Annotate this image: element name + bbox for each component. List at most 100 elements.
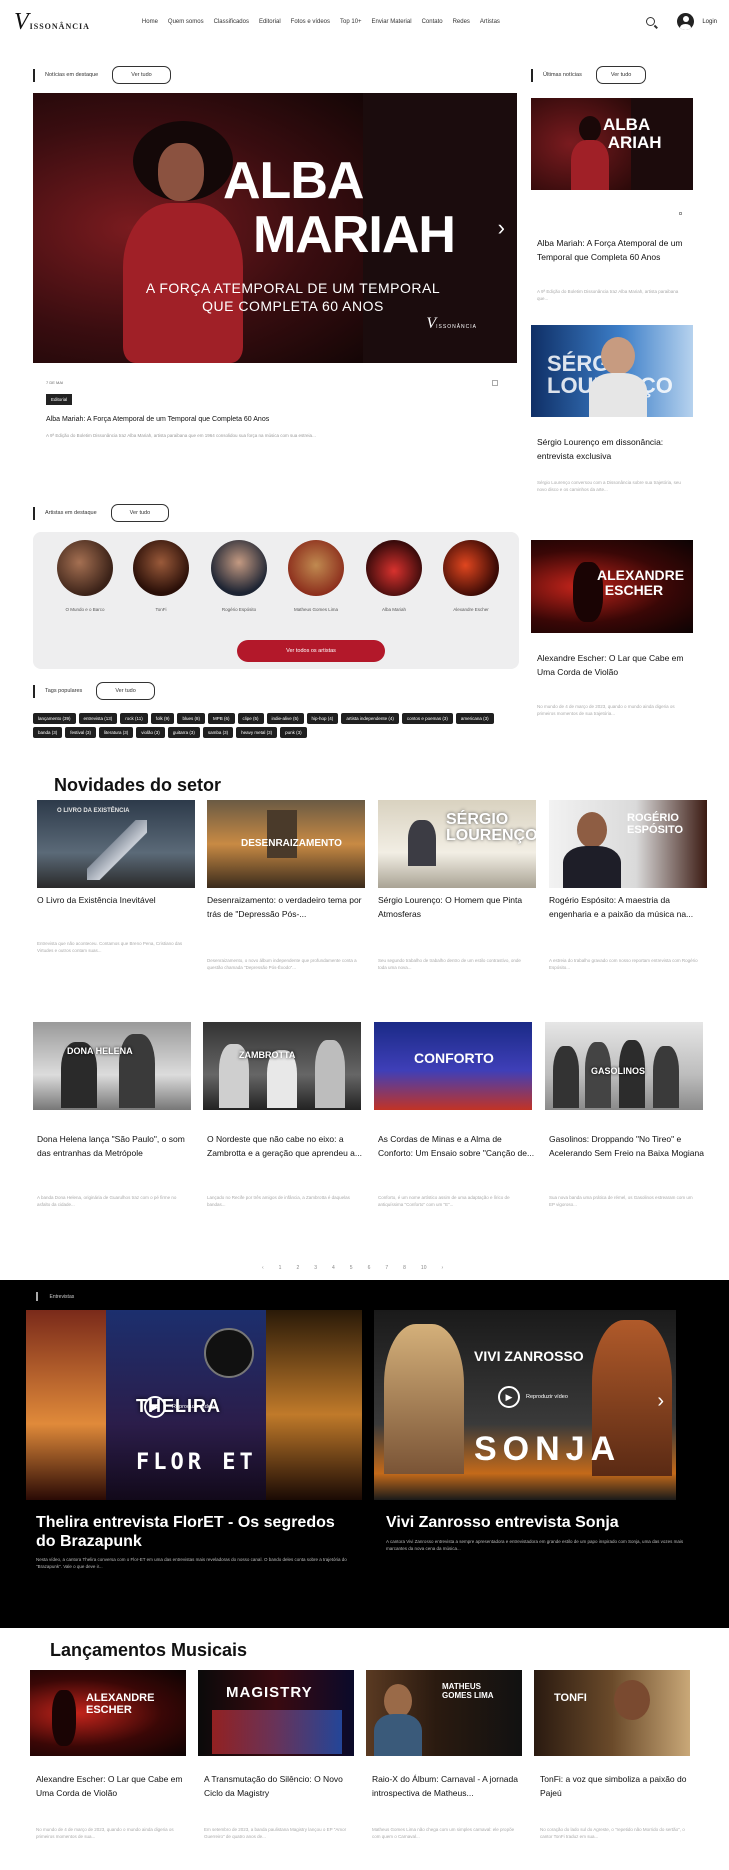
tag-chip[interactable]: americana (3) — [455, 713, 494, 724]
pagination-page[interactable]: 6 — [368, 1265, 371, 1271]
tag-chip[interactable]: festival (3) — [65, 727, 97, 738]
nav-top-10[interactable]: Top 10+ — [340, 19, 362, 25]
chevron-right-icon[interactable]: › — [657, 1390, 664, 1413]
featured-hero-banner[interactable]: ALBA MARIAH A FORÇA ATEMPORAL DE UM TEMP… — [33, 93, 517, 363]
tag-chip[interactable]: lançamento (39) — [33, 713, 76, 724]
release-card-image[interactable]: MAGISTRY — [198, 1670, 354, 1756]
nav-classificados[interactable]: Classificados — [214, 19, 249, 25]
tag-chip[interactable]: clipe (5) — [237, 713, 264, 724]
tag-chip[interactable]: samba (3) — [202, 727, 234, 738]
artist-avatar — [288, 540, 344, 596]
pagination-page[interactable]: 10 — [421, 1265, 427, 1271]
pagination-page[interactable]: 4 — [332, 1265, 335, 1271]
latest-see-all-button[interactable]: Ver tudo — [595, 66, 647, 84]
release-card-image[interactable]: MATHEUS GOMES LIMA — [366, 1670, 522, 1756]
artist-card[interactable]: Matheus Gomes Lima — [286, 540, 346, 613]
pagination-page[interactable]: 5 — [350, 1265, 353, 1271]
video-title[interactable]: Thelira entrevista FlorET - Os segredos … — [36, 1513, 356, 1551]
artist-card[interactable]: Rogério Espósito — [209, 540, 269, 613]
video-thumbnail[interactable]: VIVI ZANROSSO SONJA ▶ Reproduzir vídeo › — [374, 1310, 676, 1500]
nav-contato[interactable]: Contato — [422, 19, 443, 25]
nav-enviar-material[interactable]: Enviar Material — [372, 19, 412, 25]
video-title[interactable]: Vivi Zanrosso entrevista Sonja — [386, 1513, 696, 1532]
tag-chip[interactable]: literatura (3) — [99, 727, 134, 738]
artist-card[interactable]: O Mundo e o Barco — [55, 540, 115, 613]
latest-item-image[interactable]: ALBA ARIAH — [531, 98, 693, 190]
release-card-image[interactable]: TONFI — [534, 1670, 690, 1756]
artist-card[interactable]: Alba Mariah — [364, 540, 424, 613]
news-card-image[interactable]: DESENRAIZAMENTO — [207, 800, 365, 888]
video-thumbnail[interactable]: THELIRA FLOR ET ▶ Reproduzir vídeo — [26, 1310, 362, 1500]
tag-chip[interactable]: banda (3) — [33, 727, 63, 738]
tag-chip[interactable]: entrevista (13) — [78, 713, 118, 724]
tag-chip[interactable]: contos e poemas (3) — [401, 713, 453, 724]
pagination-page[interactable]: 3 — [314, 1265, 317, 1271]
news-card-title[interactable]: Gasolinos: Droppando "No Tireo" e Aceler… — [549, 1132, 707, 1160]
pagination-page[interactable]: 8 — [403, 1265, 406, 1271]
news-card-image[interactable]: CONFORTO — [374, 1022, 532, 1110]
latest-item-title[interactable]: Alexandre Escher: O Lar que Cabe em Uma … — [537, 651, 692, 679]
nav-redes[interactable]: Redes — [453, 19, 470, 25]
play-button[interactable]: ▶ Reproduzir vídeo — [498, 1386, 568, 1408]
nav-fotos-videos[interactable]: Fotos e vídeos — [291, 19, 330, 25]
featured-see-all-button[interactable]: Ver tudo — [112, 66, 171, 84]
nav-quem-somos[interactable]: Quem somos — [168, 19, 204, 25]
release-card-title[interactable]: A Transmutação do Silêncio: O Novo Ciclo… — [204, 1772, 354, 1800]
nav-artistas[interactable]: Artistas — [480, 19, 500, 25]
tag-chip[interactable]: artista independente (4) — [341, 713, 399, 724]
tag-chip[interactable]: blues (8) — [177, 713, 205, 724]
tag-chip[interactable]: indie-alive (5) — [266, 713, 304, 724]
news-card-title[interactable]: Rogério Espósito: A maestria da engenhar… — [549, 893, 707, 921]
release-card-title[interactable]: TonFi: a voz que simboliza a paixão do P… — [540, 1772, 690, 1800]
news-card-title[interactable]: Desenraizamento: o verdadeiro tema por t… — [207, 893, 365, 921]
release-card-title[interactable]: Alexandre Escher: O Lar que Cabe em Uma … — [36, 1772, 186, 1800]
latest-item-title[interactable]: Alba Mariah: A Força Atemporal de um Tem… — [537, 236, 692, 264]
news-card-title[interactable]: Dona Helena lança "São Paulo", o som das… — [37, 1132, 195, 1160]
pagination-page[interactable]: 7 — [385, 1265, 388, 1271]
tag-chip[interactable]: folk (9) — [150, 713, 175, 724]
tag-chip[interactable]: violão (3) — [136, 727, 165, 738]
play-button[interactable]: ▶ Reproduzir vídeo — [144, 1396, 214, 1418]
news-card-image[interactable]: DONA HELENA — [33, 1022, 191, 1110]
artist-card[interactable]: TonFi — [131, 540, 191, 613]
news-card-title[interactable]: As Cordas de Minas e a Alma de Conforto:… — [378, 1132, 536, 1160]
tag-chip[interactable]: rock (11) — [120, 713, 148, 724]
artists-see-all-button[interactable]: Ver tudo — [110, 504, 170, 522]
release-card-image[interactable]: ALEXANDRE ESCHER — [30, 1670, 186, 1756]
tag-chip[interactable]: punk (3) — [280, 727, 307, 738]
news-card-image[interactable]: ZAMBROTTA — [203, 1022, 361, 1110]
pagination-page[interactable]: 1 — [279, 1265, 282, 1271]
see-all-artists-button[interactable]: Ver todos os artistas — [237, 640, 385, 662]
search-icon[interactable] — [646, 17, 656, 26]
news-card-title[interactable]: O Livro da Existência Inevitável — [37, 893, 195, 907]
pagination-next[interactable]: › — [441, 1265, 443, 1271]
news-card-image[interactable]: O LIVRO DA EXISTÊNCIA — [37, 800, 195, 888]
tag-chip[interactable]: guitarra (3) — [167, 727, 200, 738]
release-card-title[interactable]: Raio-X do Álbum: Carnaval - A jornada in… — [372, 1772, 522, 1800]
site-logo[interactable]: V ISSONÂNCIA — [14, 9, 90, 36]
latest-item-image[interactable]: ALEXANDRE ESCHER — [531, 540, 693, 633]
news-card-title[interactable]: O Nordeste que não cabe no eixo: a Zambr… — [207, 1132, 365, 1160]
login-link[interactable]: Login — [702, 19, 717, 25]
pagination-page[interactable]: 2 — [296, 1265, 299, 1271]
latest-item-title[interactable]: Sérgio Lourenço em dissonância: entrevis… — [537, 435, 692, 463]
user-avatar-icon[interactable] — [677, 13, 695, 30]
nav-editorial[interactable]: Editorial — [259, 19, 281, 25]
nav-home[interactable]: Home — [142, 19, 158, 25]
featured-title[interactable]: Alba Mariah: A Força Atemporal de um Tem… — [46, 416, 506, 423]
site-header: V ISSONÂNCIA Home Quem somos Classificad… — [0, 0, 729, 44]
latest-item-image[interactable]: SÉRGIOLOURENÇO — [531, 325, 693, 417]
tag-chip[interactable]: MPB (6) — [208, 713, 235, 724]
tag-chip[interactable]: heavy metal (3) — [236, 727, 278, 738]
news-card-image[interactable]: GASOLINOS — [545, 1022, 703, 1110]
news-card-image[interactable]: ROGÉRIO ESPÓSITO — [549, 800, 707, 888]
tags-see-all-button[interactable]: Ver tudo — [96, 682, 155, 700]
artist-card[interactable]: Alexandre Escher — [441, 540, 501, 613]
news-card-image[interactable]: SÉRGIO LOURENÇO — [378, 800, 536, 888]
category-badge[interactable]: Editorial — [46, 394, 73, 405]
chevron-right-icon[interactable]: › — [498, 215, 505, 241]
share-icon[interactable] — [492, 380, 498, 386]
news-card-title[interactable]: Sérgio Lourenço: O Homem que Pinta Atmos… — [378, 893, 536, 921]
tag-chip[interactable]: hip-hop (4) — [306, 713, 339, 724]
pagination-prev[interactable]: ‹ — [262, 1265, 264, 1271]
